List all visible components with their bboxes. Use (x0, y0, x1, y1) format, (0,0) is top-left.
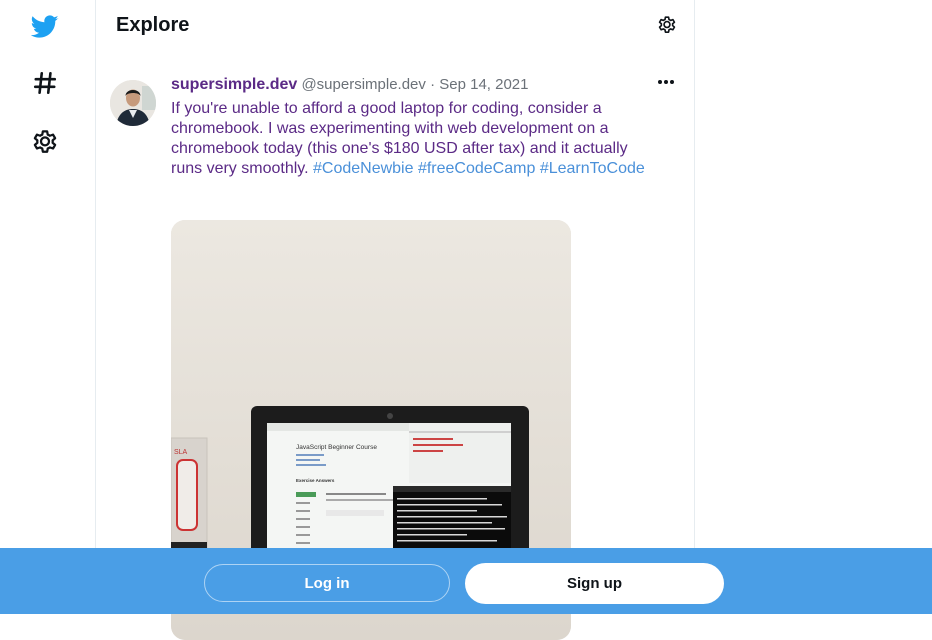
tweet-text: If you're unable to afford a good laptop… (171, 99, 651, 179)
separator-dot: · (430, 76, 436, 93)
twitter-bird-icon[interactable] (28, 10, 62, 44)
more-horizontal-icon[interactable] (654, 72, 678, 92)
svg-text:SLA: SLA (174, 449, 188, 456)
avatar[interactable] (110, 80, 156, 126)
hashtag-link[interactable]: #freeCodeCamp (418, 160, 535, 177)
gear-icon[interactable] (28, 125, 62, 159)
author-handle[interactable]: @supersimple.dev (301, 76, 425, 93)
author-name[interactable]: supersimple.dev (171, 76, 297, 93)
signup-button[interactable]: Sign up (465, 563, 724, 604)
tweet-date[interactable]: Sep 14, 2021 (439, 76, 528, 93)
left-nav (0, 0, 95, 614)
header: Explore (96, 0, 694, 52)
bottom-bar: Log in Sign up (0, 548, 932, 614)
exercise-label: Exercise Answers (296, 478, 335, 483)
tweet-header: supersimple.dev @supersimple.dev · Sep 1… (171, 76, 529, 94)
hashtag-icon[interactable] (28, 66, 62, 100)
login-button[interactable]: Log in (204, 564, 450, 602)
hashtag-link[interactable]: #CodeNewbie (313, 160, 414, 177)
main-column: Explore supersimple.dev @supersimple.dev… (95, 0, 695, 640)
settings-gear-icon[interactable] (656, 14, 680, 38)
course-title: JavaScript Beginner Course (296, 444, 377, 451)
page-title: Explore (116, 14, 190, 36)
hashtag-link[interactable]: #LearnToCode (540, 160, 645, 177)
